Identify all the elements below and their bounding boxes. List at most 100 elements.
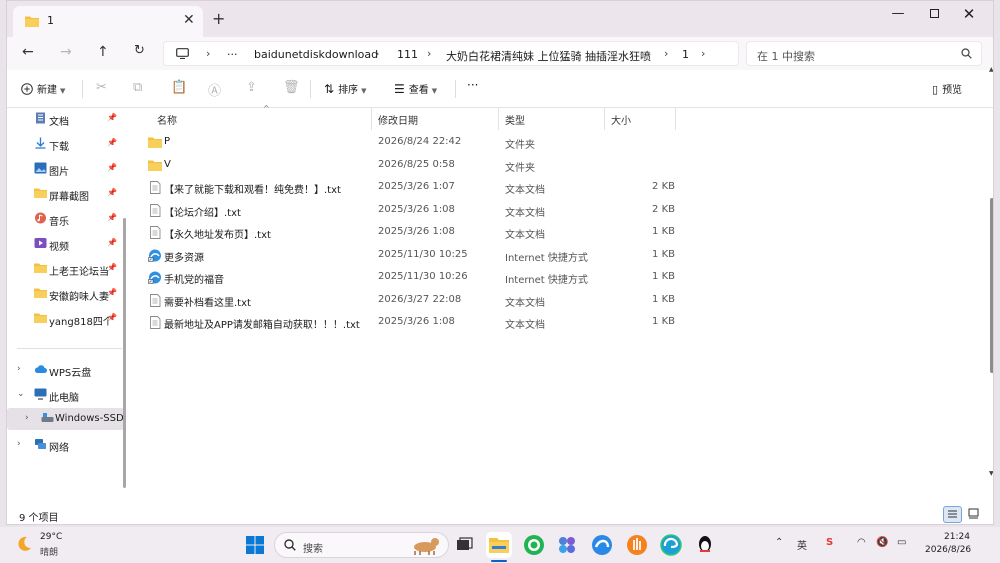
text-file-icon [150,226,161,239]
sidebar-item-downloads[interactable]: 下载 📌 [7,133,125,155]
file-row[interactable]: 【论坛介绍】.txt 2025/3/26 1:08 文本文档 2 KB [143,200,783,222]
file-row[interactable]: 最新地址及APP请发邮箱自动获取！！！.txt 2025/3/26 1:08 文本文… [143,312,783,334]
column-header-type[interactable]: 类型 [505,112,525,127]
column-header-modified[interactable]: 修改日期 [378,112,418,127]
breadcrumb-item[interactable]: 1 [682,48,689,61]
file-row[interactable]: 更多资源 2025/11/30 10:25 Internet 快捷方式 1 KB [143,245,783,267]
status-bar: 9 个项目 [7,503,993,524]
sidebar-item-folder[interactable]: yang818四个 📌 [7,308,125,330]
breadcrumb-more[interactable]: ··· [227,48,238,61]
chevron-right-icon[interactable]: › [25,413,29,423]
preview-button[interactable]: ▯ 预览 [932,81,962,96]
vertical-scrollbar[interactable]: ▲ ▼ [989,66,993,503]
edge-icon[interactable] [658,532,684,558]
sort-button[interactable]: ⇅ 排序 ▼ [324,81,366,96]
weather-temperature[interactable]: 29°C [40,532,62,542]
internet-shortcut-icon [148,249,161,262]
refresh-icon[interactable]: ↻ [134,43,145,58]
pin-icon: 📌 [107,238,117,247]
file-size: 1 KB [652,316,675,327]
folder-icon [148,160,162,171]
file-row[interactable]: 手机党的福音 2025/11/30 10:26 Internet 快捷方式 1 KB [143,267,783,289]
address-bar[interactable]: › ··· baidunetdiskdownload › 111 › 大奶白花裙… [163,41,739,66]
search-icon [284,539,296,551]
column-header-size[interactable]: 大小 [611,112,631,127]
chevron-down-icon[interactable]: ⌄ [17,389,25,399]
column-header-name[interactable]: 名称 [157,112,177,127]
sidebar-item-documents[interactable]: 文档 📌 [7,108,125,130]
minimize-button[interactable]: — [880,4,916,26]
copy-icon[interactable]: ⧉ [133,80,142,95]
pin-icon: 📌 [107,138,117,147]
sidebar-item-screenshots[interactable]: 屏幕截图 📌 [7,183,125,205]
wechat-icon[interactable] [521,532,547,558]
sidebar-item-network[interactable]: › 网络 [7,434,125,456]
sidebar-item-label: 下载 [49,142,69,153]
file-row[interactable]: 【来了就能下载和观看！纯免费！】.txt 2025/3/26 1:07 文本文档 2 … [143,177,783,199]
details-view-button[interactable] [943,506,962,523]
orange-app-icon[interactable] [624,532,650,558]
file-row[interactable]: 【永久地址发布页】.txt 2025/3/26 1:08 文本文档 1 KB [143,222,783,244]
browser-swirl-icon[interactable] [589,532,615,558]
chevron-up-icon[interactable]: ⌃ [775,537,783,548]
column-divider[interactable] [498,108,499,130]
close-tab-icon[interactable]: ✕ [183,12,195,28]
share-icon[interactable]: ⇪ [246,80,257,95]
search-box[interactable]: 在 1 中搜索 [746,41,982,66]
sidebar-item-wps-cloud[interactable]: › WPS云盘 [7,359,125,381]
task-view-icon[interactable] [451,532,477,558]
breadcrumb-item[interactable]: baidunetdiskdownload [254,48,378,61]
wps-tray-icon[interactable]: S [826,537,833,548]
network-app-icon[interactable] [554,532,580,558]
qq-penguin-icon[interactable] [692,532,718,558]
file-modified: 2025/11/30 10:25 [378,248,468,260]
up-arrow-icon[interactable]: ↑ [97,44,109,60]
tab-current[interactable]: 1 ✕ [13,6,203,37]
scrollbar-thumb[interactable] [990,198,993,373]
back-arrow-icon[interactable]: ← [22,44,34,60]
paste-icon[interactable]: 📋 [171,80,187,95]
sidebar-item-this-pc[interactable]: ⌄ 此电脑 [7,384,125,406]
taskbar-search[interactable]: 搜索 [274,532,449,558]
weather-moon-icon[interactable] [15,535,33,553]
clock-date[interactable]: 2026/8/26 [925,545,971,555]
chevron-right-icon[interactable]: › [17,439,21,449]
file-row[interactable]: P 2026/8/24 22:42 文件夹 [143,132,783,154]
sidebar-item-windows-ssd[interactable]: › Windows-SSD [7,408,125,430]
weather-description[interactable]: 晴朗 [40,545,58,558]
cut-icon[interactable]: ✂ [96,80,107,95]
scroll-down-icon[interactable]: ▼ [989,470,993,477]
battery-icon[interactable]: ▭ [897,537,906,548]
sidebar-item-videos[interactable]: 视频 📌 [7,233,125,255]
column-divider[interactable] [371,108,372,130]
new-tab-button[interactable]: + [212,9,225,28]
column-divider[interactable] [604,108,605,130]
delete-icon[interactable]: 🗑 [283,80,300,95]
large-icons-view-button[interactable] [965,506,984,523]
sidebar-scrollbar[interactable] [123,218,126,488]
sidebar-item-folder[interactable]: 安徽韵味人妻 📌 [7,283,125,305]
new-button[interactable]: 新建 ▼ [21,81,65,96]
rename-icon[interactable]: Ⓐ [208,80,221,99]
sidebar-item-pictures[interactable]: 图片 📌 [7,158,125,180]
ime-indicator[interactable]: 英 [797,537,807,552]
chevron-right-icon[interactable]: › [17,364,21,374]
file-explorer-icon[interactable] [486,532,512,558]
column-divider[interactable] [675,108,676,130]
view-button[interactable]: ☰ 查看 ▼ [394,81,437,96]
start-windows-icon[interactable] [242,532,268,558]
maximize-button[interactable] [916,4,952,26]
sidebar-item-folder[interactable]: 上老王论坛当 📌 [7,258,125,280]
speaker-muted-icon[interactable]: 🔇 [876,537,888,548]
breadcrumb-item[interactable]: 大奶白花裙清纯妹 上位猛骑 抽插淫水狂喷 [446,48,651,64]
file-row[interactable]: 需要补档看这里.txt 2026/3/27 22:08 文本文档 1 KB [143,290,783,312]
forward-arrow-icon[interactable]: → [60,44,72,60]
scroll-up-icon[interactable]: ▲ [989,66,993,73]
close-window-button[interactable]: ✕ [951,4,987,26]
file-row[interactable]: V 2026/8/25 0:58 文件夹 [143,155,783,177]
sidebar-item-music[interactable]: 音乐 📌 [7,208,125,230]
clock-time[interactable]: 21:24 [944,532,970,542]
breadcrumb-item[interactable]: 111 [397,48,418,61]
more-options-button[interactable]: ··· [467,78,478,92]
wifi-icon[interactable]: ◠ [857,537,866,548]
